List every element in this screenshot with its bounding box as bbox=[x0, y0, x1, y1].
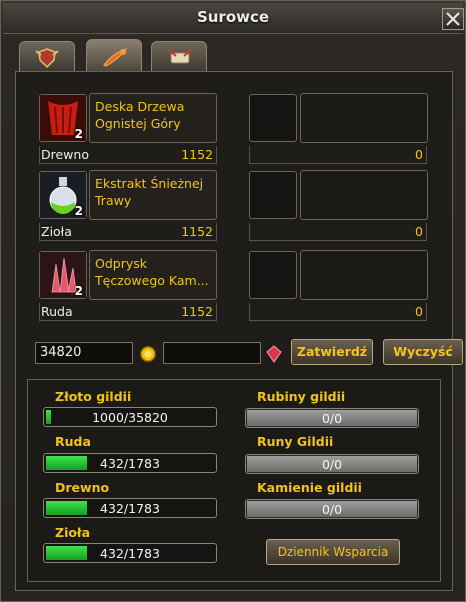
guild-wood-value: 432/1783 bbox=[100, 501, 160, 516]
quantity-badge: 2 bbox=[74, 284, 83, 298]
guild-runes-bar: 0/0 bbox=[245, 454, 419, 474]
guild-wood-bar: 432/1783 bbox=[43, 498, 217, 518]
resource-row-wood: Drewno 1152 bbox=[39, 146, 217, 164]
quantity-badge: 2 bbox=[74, 127, 83, 141]
guild-runes-label: Runy Gildii bbox=[257, 434, 334, 449]
guild-herbs-value: 432/1783 bbox=[100, 546, 160, 561]
quantity-badge: 2 bbox=[74, 204, 83, 218]
donation-row-ore: 0 bbox=[249, 303, 427, 321]
guild-ore-value: 432/1783 bbox=[100, 456, 160, 471]
guild-rubies-bar: 0/0 bbox=[245, 408, 419, 428]
guild-rubies-label: Rubiny gildii bbox=[257, 389, 346, 404]
resource-slot-ore[interactable]: 2 bbox=[39, 251, 87, 299]
title-bar[interactable]: Surowce bbox=[3, 3, 464, 34]
empty-name-box bbox=[300, 93, 428, 143]
tab-guild-crest[interactable] bbox=[19, 41, 75, 71]
guild-ore-label: Ruda bbox=[55, 434, 91, 449]
close-button[interactable] bbox=[442, 8, 464, 30]
gold-amount-value: 34820 bbox=[40, 345, 82, 360]
guild-stones-value: 0/0 bbox=[321, 502, 343, 517]
guild-stones-label: Kamienie gildii bbox=[257, 480, 362, 495]
scroll-icon bbox=[168, 49, 192, 64]
gold-amount-input[interactable]: 34820 bbox=[35, 342, 133, 364]
resource-amount: 1152 bbox=[181, 304, 213, 319]
clear-button[interactable]: Wyczyść bbox=[383, 339, 463, 365]
resource-category: Ruda bbox=[41, 304, 73, 319]
donation-amount: 0 bbox=[415, 147, 423, 162]
gold-coin-icon bbox=[140, 346, 156, 362]
tab-scroll[interactable] bbox=[151, 41, 207, 71]
empty-donation-slot[interactable] bbox=[249, 251, 297, 299]
resource-row-ore: Ruda 1152 bbox=[39, 303, 217, 321]
ruby-amount-input[interactable] bbox=[163, 342, 261, 364]
guild-gold-value: 1000/35820 bbox=[92, 410, 168, 425]
resources-window: Surowce 2 Deska Drzewa Ognistej Góry Dre… bbox=[0, 0, 466, 602]
guild-ore-bar: 432/1783 bbox=[43, 453, 217, 473]
guild-runes-value: 0/0 bbox=[321, 457, 343, 472]
guild-gold-label: Złoto gildii bbox=[55, 389, 132, 404]
crest-icon bbox=[35, 48, 59, 69]
donation-amount: 0 bbox=[415, 304, 423, 319]
resource-amount: 1152 bbox=[181, 147, 213, 162]
donation-row-herbs: 0 bbox=[249, 223, 427, 241]
tab-resources[interactable] bbox=[86, 39, 142, 71]
donation-row-wood: 0 bbox=[249, 146, 427, 164]
empty-donation-slot[interactable] bbox=[249, 94, 297, 142]
ruby-icon bbox=[266, 345, 282, 363]
feather-quill-icon bbox=[103, 48, 128, 67]
guild-wood-label: Drewno bbox=[55, 480, 110, 495]
empty-donation-slot[interactable] bbox=[249, 171, 297, 219]
window-title: Surowce bbox=[196, 8, 270, 26]
guild-stones-bar: 0/0 bbox=[245, 499, 419, 519]
resource-name-box: Ekstrakt Śnieżnej Trawy bbox=[89, 170, 217, 220]
confirm-button[interactable]: Zatwierdź bbox=[291, 339, 373, 365]
empty-name-box bbox=[300, 250, 428, 300]
resource-name: Odprysk Tęczowego Kam... bbox=[95, 256, 209, 288]
resource-row-herbs: Zioła 1152 bbox=[39, 223, 217, 241]
guild-herbs-bar: 432/1783 bbox=[43, 543, 217, 563]
resource-name: Deska Drzewa Ognistej Góry bbox=[95, 99, 185, 131]
resource-category: Zioła bbox=[41, 224, 72, 239]
resource-name: Ekstrakt Śnieżnej Trawy bbox=[95, 176, 204, 208]
resource-name-box: Odprysk Tęczowego Kam... bbox=[89, 250, 217, 300]
close-icon bbox=[446, 12, 460, 26]
empty-name-box bbox=[300, 170, 428, 220]
support-log-button[interactable]: Dziennik Wsparcia bbox=[266, 539, 400, 565]
guild-gold-bar: 1000/35820 bbox=[43, 407, 217, 427]
resource-slot-wood[interactable]: 2 bbox=[39, 94, 87, 142]
resource-category: Drewno bbox=[41, 147, 89, 162]
guild-rubies-value: 0/0 bbox=[321, 411, 343, 426]
resource-name-box: Deska Drzewa Ognistej Góry bbox=[89, 93, 217, 143]
resource-slot-herbs[interactable]: 2 bbox=[39, 171, 87, 219]
resource-amount: 1152 bbox=[181, 224, 213, 239]
donation-amount: 0 bbox=[415, 224, 423, 239]
guild-herbs-label: Zioła bbox=[55, 525, 91, 540]
